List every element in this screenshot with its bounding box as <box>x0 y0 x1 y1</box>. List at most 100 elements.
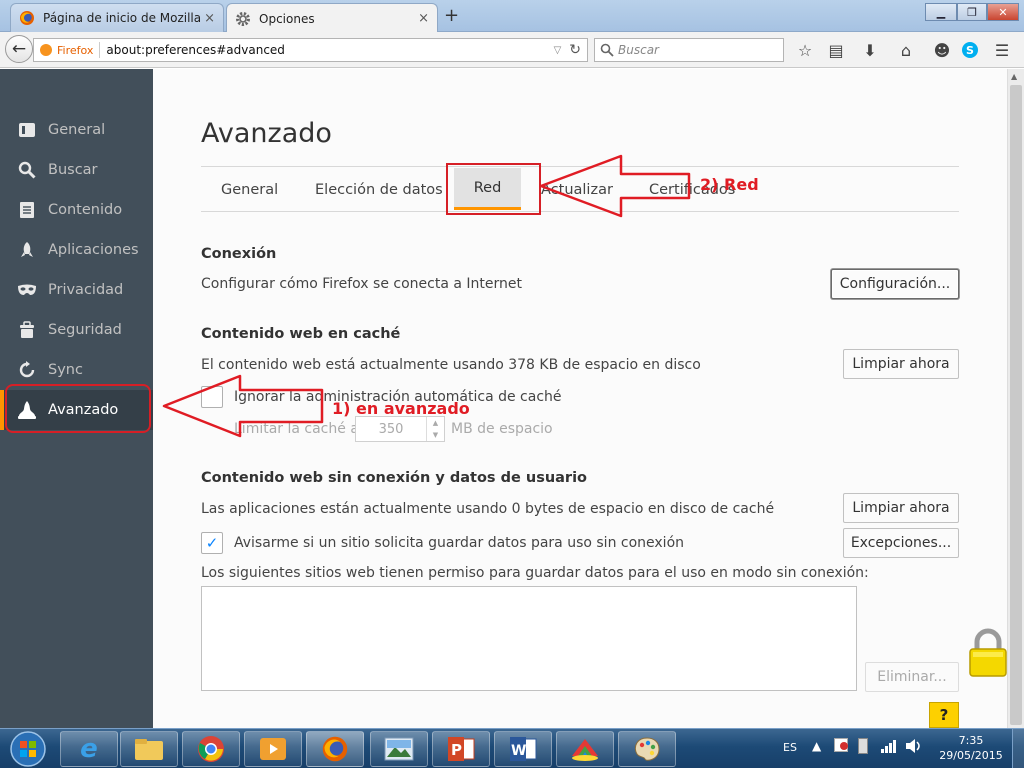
connection-settings-button[interactable]: Configuración... <box>831 269 959 299</box>
offline-sites-label: Los siguientes sitios web tienen permiso… <box>201 565 869 581</box>
clock-date[interactable]: 29/05/2015 <box>938 749 1004 762</box>
network-signal-icon[interactable] <box>880 738 898 757</box>
applications-icon <box>16 239 38 261</box>
scroll-up-icon[interactable]: ▲ <box>1011 72 1017 81</box>
history-dropdown-icon[interactable]: ▽ <box>554 45 562 56</box>
volume-icon[interactable] <box>904 738 924 757</box>
firefox-icon <box>322 736 348 762</box>
hello-icon[interactable]: ☻ <box>932 40 952 60</box>
sidebar-item-search[interactable]: Buscar <box>0 150 153 190</box>
cache-size-value: 350 <box>378 421 404 437</box>
content-icon <box>16 199 38 221</box>
clock-time[interactable]: 7:35 <box>956 734 986 747</box>
menu-icon[interactable]: ☰ <box>992 40 1012 60</box>
annotation-step-2: 2) Red <box>700 175 759 194</box>
close-tab-icon[interactable]: × <box>418 11 429 26</box>
new-tab-button[interactable]: + <box>444 5 459 26</box>
tray-expand-icon[interactable]: ▲ <box>812 739 821 753</box>
photo-viewer-icon <box>384 737 414 761</box>
annotation-box-red-tab <box>446 163 541 215</box>
bookmark-star-icon[interactable]: ☆ <box>795 40 815 60</box>
cache-usage-text: El contenido web está actualmente usando… <box>201 357 701 373</box>
taskbar-paint[interactable] <box>618 731 676 767</box>
remove-site-button[interactable]: Eliminar... <box>865 662 959 692</box>
help-button[interactable]: ? <box>929 702 959 728</box>
taskbar-firefox[interactable] <box>306 731 364 767</box>
tab-title: Página de inicio de Mozilla... <box>43 11 201 25</box>
url-bar[interactable]: Firefox about:preferences#advanced ▽ ↻ <box>33 38 588 62</box>
search-icon <box>600 43 614 57</box>
svg-text:W: W <box>511 743 526 759</box>
vertical-scrollbar[interactable]: ▲ <box>1007 69 1024 728</box>
mask-icon <box>16 279 38 301</box>
annotation-step-1: 1) en avanzado <box>332 399 470 418</box>
reload-icon[interactable]: ↻ <box>569 42 581 58</box>
restore-icon: ❐ <box>967 5 977 19</box>
language-indicator[interactable]: ES <box>783 741 797 754</box>
connection-description: Configurar cómo Firefox se conecta a Int… <box>201 276 522 292</box>
sidebar-item-content[interactable]: Contenido <box>0 190 153 230</box>
back-button[interactable]: ← <box>5 35 33 63</box>
close-tab-icon[interactable]: × <box>204 11 215 26</box>
search-bar[interactable]: Buscar <box>594 38 784 62</box>
sidebar-item-security[interactable]: Seguridad <box>0 310 153 350</box>
sync-icon <box>16 359 38 381</box>
scrollbar-thumb[interactable] <box>1010 85 1022 725</box>
tab-options[interactable]: Opciones × <box>226 3 438 33</box>
taskbar-media-player[interactable] <box>244 731 302 767</box>
gear-icon <box>236 11 250 26</box>
taskbar-photo-viewer[interactable] <box>370 731 428 767</box>
tab-general[interactable]: General <box>221 182 278 198</box>
firefox-icon <box>40 44 52 56</box>
cache-size-stepper[interactable]: 350 ▲ ▼ <box>355 416 445 442</box>
offline-sites-list[interactable] <box>201 586 857 691</box>
tab-title: Opciones <box>259 11 315 26</box>
tab-mozilla-start[interactable]: Página de inicio de Mozilla... × <box>10 3 224 32</box>
close-window-button[interactable]: ✕ <box>987 3 1019 21</box>
connection-heading: Conexión <box>201 246 277 262</box>
chrome-icon <box>198 736 224 762</box>
taskbar-geogebra[interactable] <box>556 731 614 767</box>
skype-icon[interactable]: S <box>960 40 980 60</box>
show-desktop-button[interactable] <box>1012 729 1024 768</box>
bookmarks-menu-icon[interactable]: ▤ <box>826 40 846 60</box>
back-arrow-icon: ← <box>11 39 27 59</box>
url-text[interactable]: about:preferences#advanced <box>100 43 553 57</box>
clear-cache-button[interactable]: Limpiar ahora <box>843 349 959 379</box>
start-button[interactable] <box>2 730 54 768</box>
offline-heading: Contenido web sin conexión y datos de us… <box>201 470 588 486</box>
sidebar-item-privacy[interactable]: Privacidad <box>0 270 153 310</box>
annotation-box-advanced <box>5 384 151 433</box>
downloads-icon[interactable]: ⬇ <box>860 40 880 60</box>
taskbar-explorer[interactable] <box>120 731 178 767</box>
checkmark-icon: ✓ <box>205 534 219 552</box>
action-center-icon[interactable] <box>834 738 848 755</box>
taskbar-chrome[interactable] <box>182 731 240 767</box>
clear-offline-button[interactable]: Limpiar ahora <box>843 493 959 523</box>
taskbar-powerpoint[interactable]: P <box>432 731 490 767</box>
internet-explorer-icon: e <box>80 734 98 764</box>
exceptions-button[interactable]: Excepciones... <box>843 528 959 558</box>
sidebar-item-applications[interactable]: Aplicaciones <box>0 230 153 270</box>
identity-label: Firefox <box>57 43 94 57</box>
tab-strip: Página de inicio de Mozilla... × Opcione… <box>0 0 1024 33</box>
taskbar-word[interactable]: W <box>494 731 552 767</box>
sidebar-item-label: Aplicaciones <box>48 242 139 258</box>
offline-notify-checkbox[interactable]: ✓ <box>201 532 223 554</box>
sidebar-item-general[interactable]: General <box>0 110 153 150</box>
minimize-button[interactable]: ▁ <box>925 3 957 21</box>
firefox-icon <box>20 11 34 25</box>
maximize-button[interactable]: ❐ <box>957 3 987 21</box>
search-placeholder: Buscar <box>618 43 659 57</box>
identity-box[interactable]: Firefox <box>34 42 101 58</box>
powerpoint-icon: P <box>448 737 475 761</box>
paint-palette-icon <box>634 737 660 761</box>
home-icon[interactable]: ⌂ <box>896 40 916 60</box>
close-icon: ✕ <box>998 5 1008 19</box>
cache-limit-unit: MB de espacio <box>451 421 553 437</box>
power-icon[interactable] <box>858 738 868 757</box>
tab-data-choices[interactable]: Elección de datos <box>315 182 443 198</box>
stepper-arrows-icon[interactable]: ▲ ▼ <box>426 417 444 441</box>
taskbar-internet-explorer[interactable]: e <box>60 731 118 767</box>
sidebar-item-label: Contenido <box>48 202 123 218</box>
